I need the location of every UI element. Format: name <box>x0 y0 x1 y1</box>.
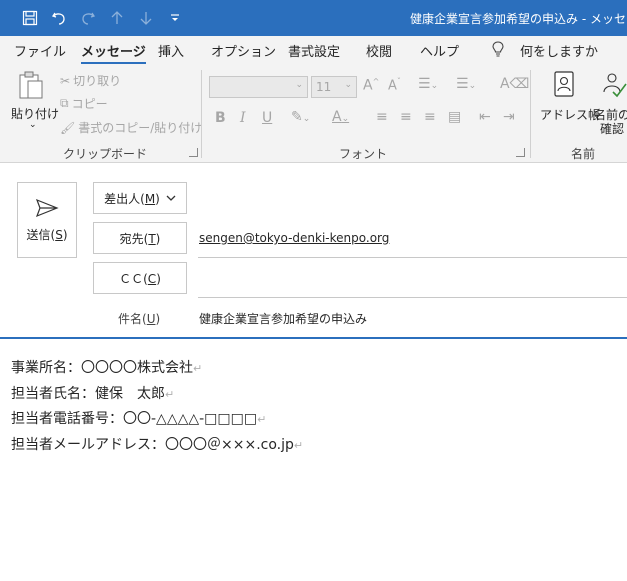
chevron-down-icon: ⌄ <box>295 80 303 90</box>
message-body[interactable]: 事業所名：〇〇〇〇株式会社↵ 担当者氏名：健保 太郎↵ 担当者電話番号：〇〇-△… <box>11 356 303 458</box>
chevron-down-icon: ⌄ <box>344 80 352 90</box>
copy-label: コピー <box>71 97 108 111</box>
tab-help[interactable]: ヘルプ <box>420 41 459 60</box>
cc-field-underline <box>198 297 627 298</box>
copy-icon: ⧉ <box>60 96 69 110</box>
send-icon <box>35 198 59 217</box>
tab-format[interactable]: 書式設定 <box>288 41 340 60</box>
address-book-icon[interactable] <box>552 70 576 98</box>
group-divider <box>201 70 202 158</box>
justify-icon: ▤ <box>448 109 462 125</box>
bold-icon: B <box>215 110 226 126</box>
font-color-icon: A⌄ <box>332 109 350 125</box>
underline-icon: U <box>262 110 273 126</box>
italic-icon: I <box>240 110 246 126</box>
check-names-label-2[interactable]: 確認 <box>600 120 624 137</box>
tab-options[interactable]: オプション <box>211 41 276 60</box>
decrease-indent-icon: ⇤ <box>479 109 491 125</box>
window-title: 健康企業宣言参加希望の申込み - メッセー <box>410 12 627 26</box>
paste-dropdown-icon[interactable]: ⌄ <box>29 120 37 130</box>
to-button[interactable]: 宛先(T) <box>93 222 187 254</box>
format-painter-label: 書式のコピー/貼り付け <box>78 121 203 135</box>
tell-me-search[interactable]: 何をしますか <box>520 41 598 60</box>
body-line: 担当者電話番号：〇〇-△△△△-□□□□↵ <box>11 411 267 427</box>
align-left-icon: ≡ <box>376 109 388 125</box>
title-bar: 健康企業宣言参加希望の申込み - メッセー <box>0 0 627 36</box>
from-button[interactable]: 差出人(M) <box>93 182 187 214</box>
to-field-underline <box>198 257 627 258</box>
body-line: 事業所名：〇〇〇〇株式会社↵ <box>11 360 203 376</box>
numbering-icon: ☰⌄ <box>456 76 477 92</box>
undo-icon[interactable] <box>49 8 69 28</box>
lightbulb-icon[interactable] <box>492 41 504 61</box>
ribbon: 貼り付け ⌄ ✂ 切り取り ⧉ コピー 🖌 書式のコピー/貼り付け クリップボー… <box>0 64 627 163</box>
scissors-icon: ✂ <box>60 73 71 88</box>
clipboard-launcher-icon[interactable] <box>189 148 198 157</box>
up-arrow-icon <box>107 8 127 28</box>
paintbrush-icon: 🖌 <box>60 120 76 135</box>
tab-review[interactable]: 校閲 <box>366 41 392 60</box>
chevron-down-icon <box>166 195 176 201</box>
tab-message[interactable]: メッセージ <box>81 41 146 64</box>
from-label: 差出人(M) <box>104 191 160 206</box>
address-book-button[interactable]: アドレス帳 <box>540 106 600 123</box>
send-label: 送信(S) <box>26 227 68 242</box>
clipboard-group-label: クリップボード <box>63 147 148 161</box>
subject-field[interactable]: 健康企業宣言参加希望の申込み <box>199 310 367 327</box>
cc-button[interactable]: ＣＣ(C) <box>93 262 187 294</box>
body-line: 担当者メールアドレス：〇〇〇＠×××.co.jp↵ <box>11 436 304 453</box>
clear-formatting-icon: A⌫ <box>500 76 530 92</box>
redo-icon <box>78 8 98 28</box>
subject-underline <box>0 337 627 339</box>
compose-area: 送信(S) 差出人(M) 宛先(T) sengen@tokyo-denki-ke… <box>0 164 627 581</box>
send-button[interactable]: 送信(S) <box>17 182 77 258</box>
highlight-icon: ✎⌄ <box>291 109 311 125</box>
menu-bar: ファイル メッセージ 挿入 オプション 書式設定 校閲 ヘルプ 何をしますか <box>0 36 627 64</box>
cut-label: 切り取り <box>73 74 122 88</box>
down-arrow-icon <box>136 8 156 28</box>
align-center-icon: ≡ <box>400 109 412 125</box>
clipboard-paste-icon[interactable] <box>16 70 46 102</box>
increase-indent-icon: ⇥ <box>503 109 515 125</box>
font-size-combo: 11 ⌄ <box>311 76 357 98</box>
font-size-value: 11 <box>316 80 332 94</box>
to-label: 宛先(T) <box>119 231 161 246</box>
save-icon[interactable] <box>20 8 40 28</box>
grow-font-icon: A^ <box>363 77 380 94</box>
tab-insert[interactable]: 挿入 <box>158 41 184 60</box>
shrink-font-icon: Aˇ <box>388 77 401 94</box>
tab-file[interactable]: ファイル <box>14 41 66 60</box>
font-launcher-icon <box>516 148 525 157</box>
check-names-icon[interactable] <box>598 70 627 98</box>
font-group-label: フォント <box>339 147 388 161</box>
copy-button: ⧉ コピー <box>60 95 108 112</box>
align-right-icon: ≡ <box>424 109 436 125</box>
cc-label: ＣＣ(C) <box>119 271 161 286</box>
format-painter-button: 🖌 書式のコピー/貼り付け <box>60 119 202 136</box>
bullets-icon: ☰⌄ <box>418 76 439 92</box>
font-name-combo: ⌄ <box>209 76 308 98</box>
subject-label: 件名(U) <box>118 312 161 326</box>
names-group-label: 名前 <box>571 147 596 161</box>
cut-button: ✂ 切り取り <box>60 72 121 89</box>
body-line: 担当者氏名：健保 太郎↵ <box>11 385 175 402</box>
to-field[interactable]: sengen@tokyo-denki-kenpo.org <box>199 231 389 245</box>
group-divider <box>530 70 531 158</box>
customize-icon[interactable] <box>165 8 185 28</box>
